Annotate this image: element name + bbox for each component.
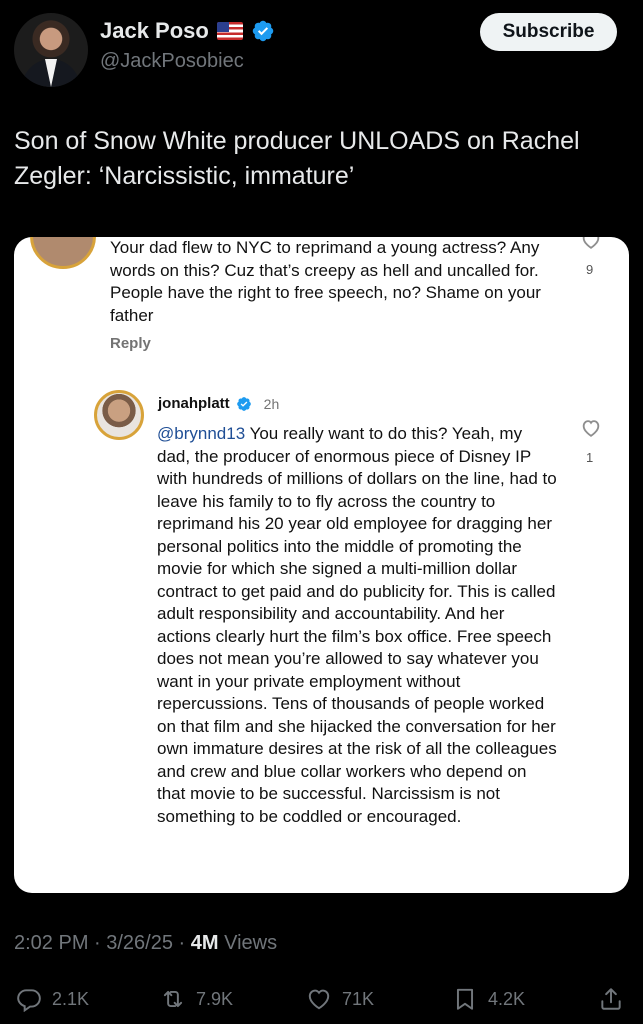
reply-action[interactable]: 2.1K <box>16 986 89 1012</box>
heart-icon <box>582 420 600 437</box>
comment-text: Your dad flew to NYC to reprimand a youn… <box>110 238 541 325</box>
verified-badge-icon <box>236 396 251 411</box>
like-action[interactable]: 71K <box>306 986 374 1012</box>
reply-label: Reply <box>110 335 151 352</box>
tweet-meta: 2:02 PM · 3/26/25 · 4M Views <box>14 932 277 955</box>
author-name-row: Jack Poso <box>100 18 275 44</box>
reply-mention: @brynnd13 <box>157 424 246 443</box>
repost-count: 7.9K <box>196 988 234 1009</box>
share-icon <box>601 988 621 1010</box>
heart-icon <box>582 237 600 249</box>
reply-body: You really want to do this? Yeah, my dad… <box>157 424 557 826</box>
tweet-timestamp[interactable]: 2:02 PM · 3/26/25 · <box>14 932 191 954</box>
bookmark-count: 4.2K <box>488 988 526 1009</box>
action-bar: 2.1K 7.9K 71K 4.2K <box>0 980 643 1024</box>
reply-like-count: 1 <box>586 450 594 465</box>
reply-text: @brynnd13 You really want to do this? Ye… <box>157 423 557 828</box>
repost-action[interactable]: 7.9K <box>160 986 233 1012</box>
us-flag-icon <box>216 22 243 40</box>
reply-icon <box>17 989 41 1012</box>
views-count: 4M <box>190 932 219 954</box>
reply-username: jonahplatt <box>158 395 230 412</box>
tweet-image[interactable]: Your dad flew to NYC to reprimand a youn… <box>14 237 629 893</box>
share-action[interactable] <box>598 986 624 1012</box>
comment-like-count: 9 <box>586 262 594 277</box>
author-avatar[interactable] <box>14 13 88 87</box>
reply-header: jonahplatt 2h <box>158 395 279 412</box>
bookmark-icon <box>456 988 474 1010</box>
like-count: 71K <box>342 988 375 1009</box>
tweet-text: Son of Snow White producer UNLOADS on Ra… <box>14 127 580 190</box>
reply-time: 2h <box>263 395 280 412</box>
reply-avatar <box>94 390 144 440</box>
views-label: Views <box>218 932 278 954</box>
commenter-avatar <box>30 237 96 269</box>
author-name[interactable]: Jack Poso <box>100 18 209 44</box>
tweet-header: Jack Poso @JackPosobiec Subscribe <box>0 0 643 100</box>
author-handle[interactable]: @JackPosobiec <box>100 50 244 73</box>
verified-badge-icon <box>252 20 274 42</box>
heart-icon <box>308 989 330 1010</box>
bookmark-action[interactable]: 4.2K <box>452 986 525 1012</box>
reply-count: 2.1K <box>52 988 90 1009</box>
repost-icon <box>163 990 183 1008</box>
subscribe-button[interactable]: Subscribe <box>480 13 617 51</box>
